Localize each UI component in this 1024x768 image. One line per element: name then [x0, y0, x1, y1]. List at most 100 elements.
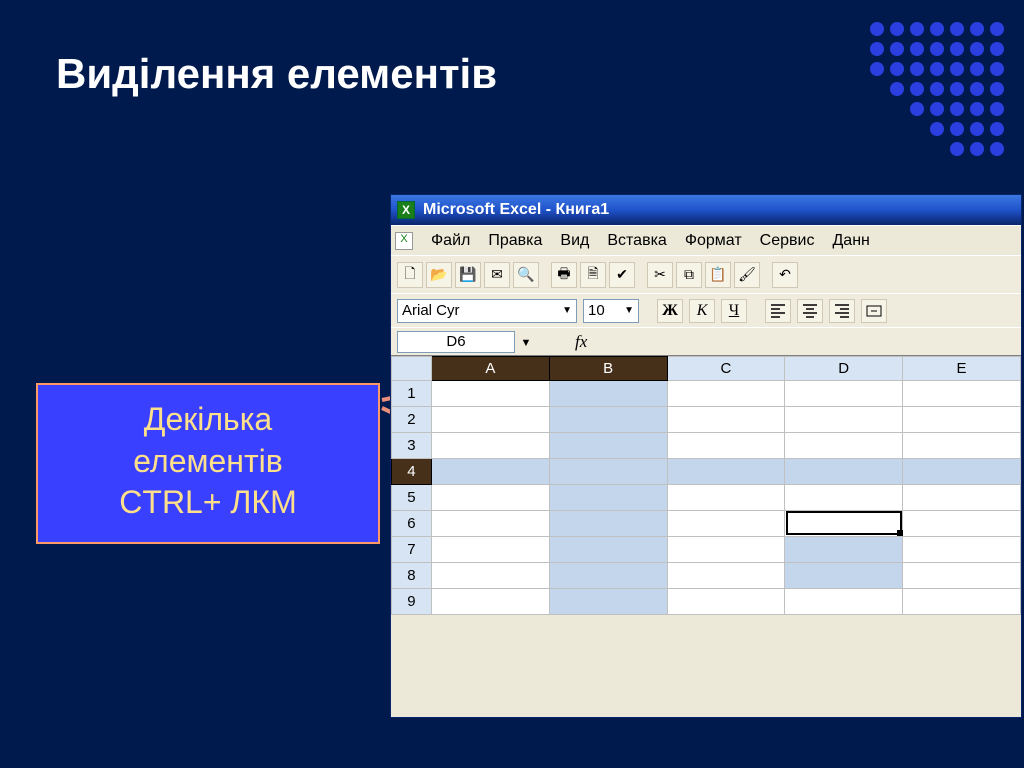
align-left-button[interactable] — [765, 299, 791, 323]
cell-C9[interactable] — [667, 589, 785, 615]
bold-button[interactable]: Ж — [657, 299, 683, 323]
fx-label[interactable]: fx — [575, 332, 587, 352]
menu-data[interactable]: Данн — [832, 232, 869, 250]
undo-icon[interactable]: ↶ — [772, 262, 798, 288]
menu-view[interactable]: Вид — [560, 232, 589, 250]
menu-file[interactable]: Файл — [431, 232, 470, 250]
cell-C5[interactable] — [667, 485, 785, 511]
cell-E7[interactable] — [903, 537, 1021, 563]
callout-box: Декілька елементів CTRL+ ЛКМ — [36, 383, 380, 544]
cell-A3[interactable] — [431, 433, 549, 459]
callout-line-3: CTRL+ ЛКМ — [48, 482, 368, 524]
font-size-value: 10 — [588, 302, 605, 319]
cell-B2[interactable] — [549, 407, 667, 433]
name-box[interactable]: D6 ▼ — [397, 331, 515, 353]
cell-B7[interactable] — [549, 537, 667, 563]
cell-D1[interactable] — [785, 381, 903, 407]
cell-B6[interactable] — [549, 511, 667, 537]
row-header-9[interactable]: 9 — [392, 589, 432, 615]
cell-D7[interactable] — [785, 537, 903, 563]
row-header-4[interactable]: 4 — [392, 459, 432, 485]
cell-B3[interactable] — [549, 433, 667, 459]
cell-C7[interactable] — [667, 537, 785, 563]
cell-E8[interactable] — [903, 563, 1021, 589]
cell-E1[interactable] — [903, 381, 1021, 407]
font-name-value: Arial Cyr — [402, 302, 460, 319]
mail-icon[interactable]: ✉ — [484, 262, 510, 288]
spellcheck-icon[interactable]: ✔ — [609, 262, 635, 288]
workbook-icon: X — [395, 232, 413, 250]
cell-C2[interactable] — [667, 407, 785, 433]
align-right-button[interactable] — [829, 299, 855, 323]
row-header-7[interactable]: 7 — [392, 537, 432, 563]
name-box-value: D6 — [446, 333, 465, 350]
cell-E5[interactable] — [903, 485, 1021, 511]
cell-C6[interactable] — [667, 511, 785, 537]
worksheet-area[interactable]: ABCDE 123456789 — [391, 355, 1021, 615]
row-header-2[interactable]: 2 — [392, 407, 432, 433]
cell-A9[interactable] — [431, 589, 549, 615]
select-all-corner[interactable] — [392, 357, 432, 381]
menu-format[interactable]: Формат — [685, 232, 742, 250]
cell-D3[interactable] — [785, 433, 903, 459]
save-icon[interactable]: 💾 — [455, 262, 481, 288]
cell-D8[interactable] — [785, 563, 903, 589]
titlebar: X Microsoft Excel - Книга1 — [391, 195, 1021, 225]
cell-A4[interactable] — [431, 459, 549, 485]
cell-E3[interactable] — [903, 433, 1021, 459]
paste-icon[interactable]: 📋 — [705, 262, 731, 288]
cell-A8[interactable] — [431, 563, 549, 589]
cell-D5[interactable] — [785, 485, 903, 511]
cell-C3[interactable] — [667, 433, 785, 459]
col-header-D[interactable]: D — [785, 357, 903, 381]
cell-B9[interactable] — [549, 589, 667, 615]
cell-A6[interactable] — [431, 511, 549, 537]
cell-D9[interactable] — [785, 589, 903, 615]
menu-service[interactable]: Сервис — [760, 232, 815, 250]
font-name-combo[interactable]: Arial Cyr ▼ — [397, 299, 577, 323]
row-header-6[interactable]: 6 — [392, 511, 432, 537]
copy-icon[interactable]: ⧉ — [676, 262, 702, 288]
cell-E4[interactable] — [903, 459, 1021, 485]
merge-button[interactable] — [861, 299, 887, 323]
row-header-5[interactable]: 5 — [392, 485, 432, 511]
cell-A7[interactable] — [431, 537, 549, 563]
col-header-E[interactable]: E — [903, 357, 1021, 381]
col-header-B[interactable]: B — [549, 357, 667, 381]
underline-button[interactable]: Ч — [721, 299, 747, 323]
font-size-combo[interactable]: 10 ▼ — [583, 299, 639, 323]
cell-A1[interactable] — [431, 381, 549, 407]
formatpainter-icon[interactable]: 🖌 — [734, 262, 760, 288]
col-header-C[interactable]: C — [667, 357, 785, 381]
cell-B8[interactable] — [549, 563, 667, 589]
menu-edit[interactable]: Правка — [488, 232, 542, 250]
align-center-button[interactable] — [797, 299, 823, 323]
new-icon[interactable]: 🗋 — [397, 262, 423, 288]
print-icon[interactable]: 🖶 — [551, 262, 577, 288]
cell-B4[interactable] — [549, 459, 667, 485]
row-header-1[interactable]: 1 — [392, 381, 432, 407]
preview-icon[interactable]: 🗎 — [580, 262, 606, 288]
row-header-3[interactable]: 3 — [392, 433, 432, 459]
open-icon[interactable]: 📂 — [426, 262, 452, 288]
cell-E6[interactable] — [903, 511, 1021, 537]
cell-C4[interactable] — [667, 459, 785, 485]
italic-button[interactable]: К — [689, 299, 715, 323]
cell-B5[interactable] — [549, 485, 667, 511]
cell-C1[interactable] — [667, 381, 785, 407]
cell-E9[interactable] — [903, 589, 1021, 615]
cell-A2[interactable] — [431, 407, 549, 433]
row-header-8[interactable]: 8 — [392, 563, 432, 589]
cell-D4[interactable] — [785, 459, 903, 485]
dot-ornament — [870, 22, 1004, 156]
cell-C8[interactable] — [667, 563, 785, 589]
menu-insert[interactable]: Вставка — [607, 232, 666, 250]
cell-E2[interactable] — [903, 407, 1021, 433]
cell-D6[interactable] — [785, 511, 903, 537]
cut-icon[interactable]: ✂ — [647, 262, 673, 288]
col-header-A[interactable]: A — [431, 357, 549, 381]
cell-A5[interactable] — [431, 485, 549, 511]
search-icon[interactable]: 🔍 — [513, 262, 539, 288]
cell-B1[interactable] — [549, 381, 667, 407]
cell-D2[interactable] — [785, 407, 903, 433]
